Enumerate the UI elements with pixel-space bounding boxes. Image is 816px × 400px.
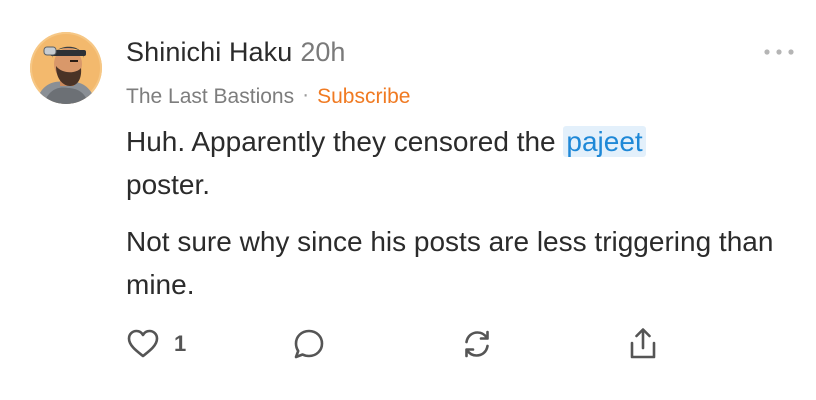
heart-icon (127, 329, 159, 358)
share-icon (630, 328, 656, 359)
paragraph-1-text-before: Huh. Apparently they censored the (126, 126, 564, 157)
like-button[interactable]: 1 (126, 324, 186, 364)
more-dots-icon (764, 49, 794, 55)
comment-post: Shinichi Haku 20h The Last Bastions · Subsc… (0, 0, 816, 400)
comment-body: Huh. Apparently they censored the pajeet… (126, 120, 786, 320)
separator-dot: · (302, 83, 310, 106)
comment-bubble-icon (294, 329, 324, 359)
share-button[interactable] (626, 324, 660, 364)
highlighted-mention[interactable]: pajeet (563, 126, 646, 157)
repost-icon (465, 330, 489, 358)
more-options-button[interactable] (762, 44, 796, 60)
community-name[interactable]: The Last Bastions (126, 85, 294, 108)
avatar[interactable] (30, 32, 102, 104)
author-name[interactable]: Shinichi Haku (126, 37, 292, 67)
repost-button[interactable] (460, 324, 494, 364)
comment-paragraph-1: Huh. Apparently they censored the pajeet… (126, 120, 786, 206)
paragraph-1-text-after: poster. (126, 169, 211, 200)
comment-button[interactable] (292, 324, 326, 364)
like-count: 1 (174, 331, 187, 356)
author-line: Shinichi Haku 20h (126, 34, 345, 75)
subscribe-button[interactable]: Subscribe (317, 85, 410, 108)
comment-paragraph-2: Not sure why since his posts are less tr… (126, 226, 774, 300)
community-line: The Last Bastions · Subscribe (126, 82, 410, 112)
timestamp[interactable]: 20h (300, 37, 345, 67)
